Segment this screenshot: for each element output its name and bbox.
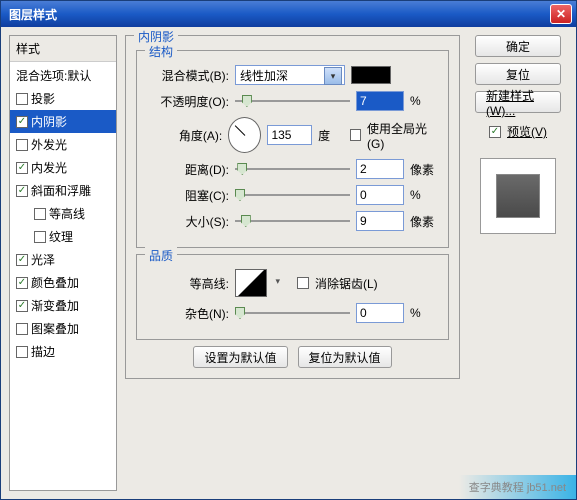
style-item-drop_shadow[interactable]: 投影 — [10, 87, 116, 110]
style-label: 光泽 — [31, 251, 55, 268]
angle-dial[interactable] — [228, 117, 261, 153]
size-unit: 像素 — [410, 213, 438, 230]
close-button[interactable]: ✕ — [550, 4, 572, 24]
style-label: 颜色叠加 — [31, 274, 79, 291]
style-checkbox-bevel[interactable] — [16, 185, 28, 197]
blend-options-item[interactable]: 混合选项:默认 — [10, 64, 116, 87]
size-slider[interactable] — [235, 214, 350, 228]
preview-box — [480, 158, 556, 234]
style-label: 描边 — [31, 343, 55, 360]
titlebar: 图层样式 ✕ — [1, 1, 576, 27]
distance-input[interactable]: 2 — [356, 159, 404, 179]
shadow-color-swatch[interactable] — [351, 66, 391, 84]
distance-unit: 像素 — [410, 161, 438, 178]
choke-input[interactable]: 0 — [356, 185, 404, 205]
global-light-checkbox[interactable] — [350, 129, 361, 141]
inner-shadow-group: 内阴影 结构 混合模式(B): 线性加深 不透明度(O): 7 % — [125, 35, 460, 379]
style-checkbox-gradient_overlay[interactable] — [16, 300, 28, 312]
style-item-texture[interactable]: 纹理 — [10, 225, 116, 248]
preview-swatch — [496, 174, 540, 218]
contour-picker[interactable] — [235, 269, 267, 297]
antialias-label: 消除锯齿(L) — [315, 275, 378, 292]
antialias-checkbox[interactable] — [297, 277, 309, 289]
style-label: 外发光 — [31, 136, 67, 153]
style-label: 纹理 — [49, 228, 73, 245]
style-label: 图案叠加 — [31, 320, 79, 337]
size-input[interactable]: 9 — [356, 211, 404, 231]
style-item-satin[interactable]: 光泽 — [10, 248, 116, 271]
cancel-button[interactable]: 复位 — [475, 63, 561, 85]
style-checkbox-pattern_overlay[interactable] — [16, 323, 28, 335]
structure-legend: 结构 — [145, 43, 177, 60]
style-checkbox-inner_glow[interactable] — [16, 162, 28, 174]
angle-unit: 度 — [318, 127, 344, 144]
size-label: 大小(S): — [147, 213, 229, 230]
style-item-inner_shadow[interactable]: 内阴影 — [10, 110, 116, 133]
blend-mode-select[interactable]: 线性加深 — [235, 65, 345, 85]
watermark: 查字典教程 jb51.net — [459, 475, 576, 499]
blend-mode-label: 混合模式(B): — [147, 67, 229, 84]
settings-panel: 内阴影 结构 混合模式(B): 线性加深 不透明度(O): 7 % — [125, 35, 460, 491]
style-item-bevel[interactable]: 斜面和浮雕 — [10, 179, 116, 202]
style-item-contour[interactable]: 等高线 — [10, 202, 116, 225]
distance-slider[interactable] — [235, 162, 350, 176]
opacity-slider[interactable] — [235, 94, 350, 108]
style-label: 内发光 — [31, 159, 67, 176]
noise-input[interactable]: 0 — [356, 303, 404, 323]
style-item-stroke[interactable]: 描边 — [10, 340, 116, 363]
angle-input[interactable]: 135 — [267, 125, 312, 145]
style-checkbox-drop_shadow[interactable] — [16, 93, 28, 105]
noise-label: 杂色(N): — [147, 305, 229, 322]
styles-list-panel: 样式 混合选项:默认 投影内阴影外发光内发光斜面和浮雕等高线纹理光泽颜色叠加渐变… — [9, 35, 117, 491]
style-label: 投影 — [31, 90, 55, 107]
choke-label: 阻塞(C): — [147, 187, 229, 204]
distance-label: 距离(D): — [147, 161, 229, 178]
style-checkbox-texture[interactable] — [34, 231, 46, 243]
style-checkbox-color_overlay[interactable] — [16, 277, 28, 289]
quality-legend: 品质 — [145, 247, 177, 264]
style-item-inner_glow[interactable]: 内发光 — [10, 156, 116, 179]
opacity-input[interactable]: 7 — [356, 91, 404, 111]
style-label: 斜面和浮雕 — [31, 182, 91, 199]
quality-group: 品质 等高线: 消除锯齿(L) 杂色(N): 0 % — [136, 254, 449, 340]
layer-style-dialog: 图层样式 ✕ 样式 混合选项:默认 投影内阴影外发光内发光斜面和浮雕等高线纹理光… — [0, 0, 577, 500]
styles-header: 样式 — [10, 36, 116, 62]
make-default-button[interactable]: 设置为默认值 — [193, 346, 287, 368]
style-item-outer_glow[interactable]: 外发光 — [10, 133, 116, 156]
choke-unit: % — [410, 188, 438, 202]
style-checkbox-stroke[interactable] — [16, 346, 28, 358]
ok-button[interactable]: 确定 — [475, 35, 561, 57]
style-checkbox-satin[interactable] — [16, 254, 28, 266]
style-item-pattern_overlay[interactable]: 图案叠加 — [10, 317, 116, 340]
preview-checkbox[interactable] — [489, 126, 501, 138]
style-label: 等高线 — [49, 205, 85, 222]
reset-default-button[interactable]: 复位为默认值 — [298, 346, 392, 368]
angle-label: 角度(A): — [147, 127, 222, 144]
global-light-label: 使用全局光(G) — [367, 120, 438, 151]
window-title: 图层样式 — [5, 6, 550, 23]
noise-unit: % — [410, 306, 438, 320]
choke-slider[interactable] — [235, 188, 350, 202]
style-checkbox-contour[interactable] — [34, 208, 46, 220]
noise-slider[interactable] — [235, 306, 350, 320]
opacity-unit: % — [410, 94, 438, 108]
style-label: 渐变叠加 — [31, 297, 79, 314]
style-item-gradient_overlay[interactable]: 渐变叠加 — [10, 294, 116, 317]
style-checkbox-inner_shadow[interactable] — [16, 116, 28, 128]
preview-label: 预览(V) — [507, 123, 547, 140]
structure-group: 结构 混合模式(B): 线性加深 不透明度(O): 7 % 角度(A): — [136, 50, 449, 248]
new-style-button[interactable]: 新建样式(W)... — [475, 91, 561, 113]
opacity-label: 不透明度(O): — [147, 93, 229, 110]
style-item-color_overlay[interactable]: 颜色叠加 — [10, 271, 116, 294]
style-checkbox-outer_glow[interactable] — [16, 139, 28, 151]
style-label: 内阴影 — [31, 113, 67, 130]
contour-label: 等高线: — [147, 275, 229, 292]
action-panel: 确定 复位 新建样式(W)... 预览(V) — [468, 35, 568, 491]
